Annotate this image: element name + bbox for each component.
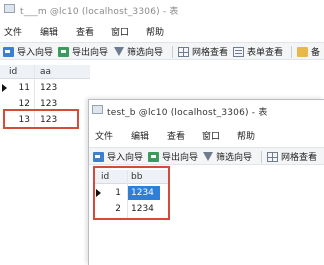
- front-toolbar: 导入向导 导出向导 筛选向导 网格查看: [89, 147, 324, 165]
- import-icon: [3, 46, 14, 57]
- toolbar-separator: [261, 151, 262, 163]
- form-view-button[interactable]: 表单查看: [233, 45, 283, 58]
- front-window-title: test_b @lc10 (localhost_3306) - 表: [107, 108, 268, 118]
- menu-help[interactable]: 帮助: [146, 25, 164, 38]
- front-menubar: 文件 编辑 查看 窗口 帮助: [89, 128, 324, 142]
- grid-view-button[interactable]: 网格查看: [267, 150, 317, 163]
- menu-window[interactable]: 窗口: [202, 129, 220, 142]
- filter-wizard-button[interactable]: 筛选向导: [114, 45, 163, 58]
- front-table-window: test_b @lc10 (localhost_3306) - 表 文件 编辑 …: [88, 99, 324, 265]
- menu-help[interactable]: 帮助: [237, 129, 255, 142]
- row-pointer-icon: [2, 84, 7, 92]
- menu-edit[interactable]: 编辑: [40, 25, 58, 38]
- menu-file[interactable]: 文件: [95, 129, 113, 142]
- import-wizard-label: 导入向导: [17, 48, 54, 58]
- note-label: 备: [311, 48, 321, 58]
- highlight-box: [93, 166, 170, 220]
- menu-file[interactable]: 文件: [4, 25, 22, 38]
- filter-wizard-button[interactable]: 筛选向导: [203, 150, 252, 163]
- note-button[interactable]: 备: [297, 45, 320, 58]
- toolbar-separator: [172, 46, 173, 58]
- toolbar-separator: [291, 46, 292, 58]
- table-icon: [92, 105, 103, 114]
- menu-window[interactable]: 窗口: [111, 25, 129, 38]
- grid-icon: [267, 151, 278, 162]
- export-wizard-button[interactable]: 导出向导: [58, 45, 108, 58]
- menu-edit[interactable]: 编辑: [131, 129, 149, 142]
- menu-view[interactable]: 查看: [167, 129, 185, 142]
- cell-aa[interactable]: 123: [40, 83, 57, 93]
- filter-wizard-label: 筛选向导: [216, 153, 253, 163]
- highlight-box: [3, 109, 79, 129]
- note-icon: [297, 46, 308, 57]
- column-header-aa[interactable]: aa: [40, 67, 51, 77]
- back-grid-header: id aa: [0, 65, 90, 79]
- cell-aa[interactable]: 123: [40, 99, 57, 109]
- column-header-id[interactable]: id: [9, 67, 17, 77]
- back-window-title: t___m @lc10 (localhost_3306) - 表: [20, 7, 179, 17]
- form-icon: [233, 46, 244, 57]
- back-window-titlebar[interactable]: t___m @lc10 (localhost_3306) - 表: [0, 0, 324, 18]
- back-menubar: 文件 编辑 查看 窗口 帮助: [0, 24, 324, 38]
- export-wizard-button[interactable]: 导出向导: [148, 150, 198, 163]
- front-window-titlebar[interactable]: test_b @lc10 (localhost_3306) - 表: [89, 100, 324, 118]
- import-wizard-button[interactable]: 导入向导: [3, 45, 53, 58]
- menu-view[interactable]: 查看: [76, 25, 94, 38]
- cell-id[interactable]: 11: [16, 83, 30, 93]
- grid-icon: [178, 46, 189, 57]
- grid-view-label: 网格查看: [281, 153, 318, 163]
- back-toolbar: 导入向导 导出向导 筛选向导 网格查看 表单查看 备: [0, 42, 324, 60]
- table-icon: [4, 4, 15, 13]
- export-wizard-label: 导出向导: [162, 153, 199, 163]
- export-icon: [58, 46, 69, 57]
- grid-view-label: 网格查看: [192, 48, 229, 58]
- filter-icon: [203, 152, 213, 161]
- filter-icon: [114, 47, 124, 56]
- grid-view-button[interactable]: 网格查看: [178, 45, 228, 58]
- export-icon: [148, 151, 159, 162]
- form-view-label: 表单查看: [247, 48, 284, 58]
- cell-id[interactable]: 12: [16, 99, 30, 109]
- table-row[interactable]: 11 123: [0, 81, 90, 95]
- import-wizard-label: 导入向导: [107, 153, 144, 163]
- import-icon: [93, 151, 104, 162]
- import-wizard-button[interactable]: 导入向导: [93, 150, 143, 163]
- filter-wizard-label: 筛选向导: [127, 48, 164, 58]
- export-wizard-label: 导出向导: [72, 48, 109, 58]
